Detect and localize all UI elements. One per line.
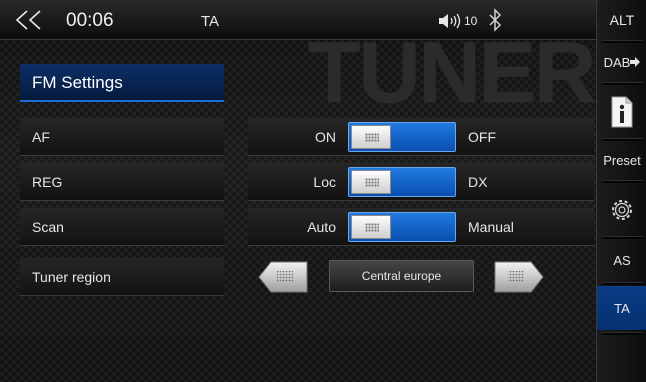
- rail-divider: [601, 138, 643, 141]
- ta-indicator: TA: [201, 13, 220, 30]
- preset-button[interactable]: Preset: [597, 142, 646, 178]
- reg-toggle[interactable]: [348, 167, 456, 197]
- scan-row: Auto Manual: [248, 208, 594, 246]
- region-prev-button[interactable]: [258, 261, 308, 293]
- scan-toggle[interactable]: [348, 212, 456, 242]
- af-label[interactable]: AF: [20, 118, 224, 156]
- clock: 00:06: [66, 10, 114, 31]
- region-next-button[interactable]: [494, 261, 544, 293]
- rail-divider: [601, 40, 643, 43]
- dab-label: DAB: [603, 54, 631, 70]
- reg-label[interactable]: REG: [20, 163, 224, 201]
- reg-row: Loc DX: [248, 163, 594, 201]
- reg-option-loc[interactable]: Loc: [313, 174, 336, 190]
- section-title-fm-settings: FM Settings: [20, 64, 224, 102]
- tuner-screen: 00:06 TA 10 TUNER FM Settings AF REG Sca…: [0, 0, 646, 382]
- right-rail: ALT DAB Preset AS TA: [596, 0, 646, 382]
- grip-icon: [365, 223, 379, 232]
- grip-icon: [365, 178, 379, 187]
- as-button[interactable]: AS: [597, 240, 646, 280]
- tuner-region-label[interactable]: Tuner region: [20, 258, 224, 296]
- af-row: ON OFF: [248, 118, 594, 156]
- back-arrow-icon[interactable]: [12, 8, 46, 32]
- scan-option-manual[interactable]: Manual: [468, 219, 514, 235]
- toggle-knob[interactable]: [351, 170, 391, 194]
- af-toggle[interactable]: [348, 122, 456, 152]
- toggle-knob[interactable]: [351, 215, 391, 239]
- af-option-off[interactable]: OFF: [468, 129, 496, 145]
- ta-button[interactable]: TA: [597, 286, 646, 330]
- rail-divider: [601, 332, 643, 335]
- alt-button[interactable]: ALT: [597, 0, 646, 40]
- scan-label[interactable]: Scan: [20, 208, 224, 246]
- rail-divider: [601, 236, 643, 239]
- rail-divider: [601, 282, 643, 285]
- settings-button[interactable]: [597, 186, 646, 234]
- gear-icon: [612, 200, 632, 220]
- grip-icon: [365, 133, 379, 142]
- toggle-knob[interactable]: [351, 125, 391, 149]
- rail-divider: [601, 82, 643, 85]
- tuner-watermark: TUNER: [308, 25, 596, 121]
- arrow-right-icon: [630, 57, 641, 67]
- info-button[interactable]: [597, 88, 646, 136]
- dab-button[interactable]: DAB: [597, 44, 646, 80]
- reg-option-dx[interactable]: DX: [468, 174, 487, 190]
- info-icon: [611, 96, 633, 128]
- af-option-on[interactable]: ON: [315, 129, 336, 145]
- rail-divider: [601, 180, 643, 183]
- tuner-region-value[interactable]: Central europe: [329, 260, 474, 292]
- scan-option-auto[interactable]: Auto: [307, 219, 336, 235]
